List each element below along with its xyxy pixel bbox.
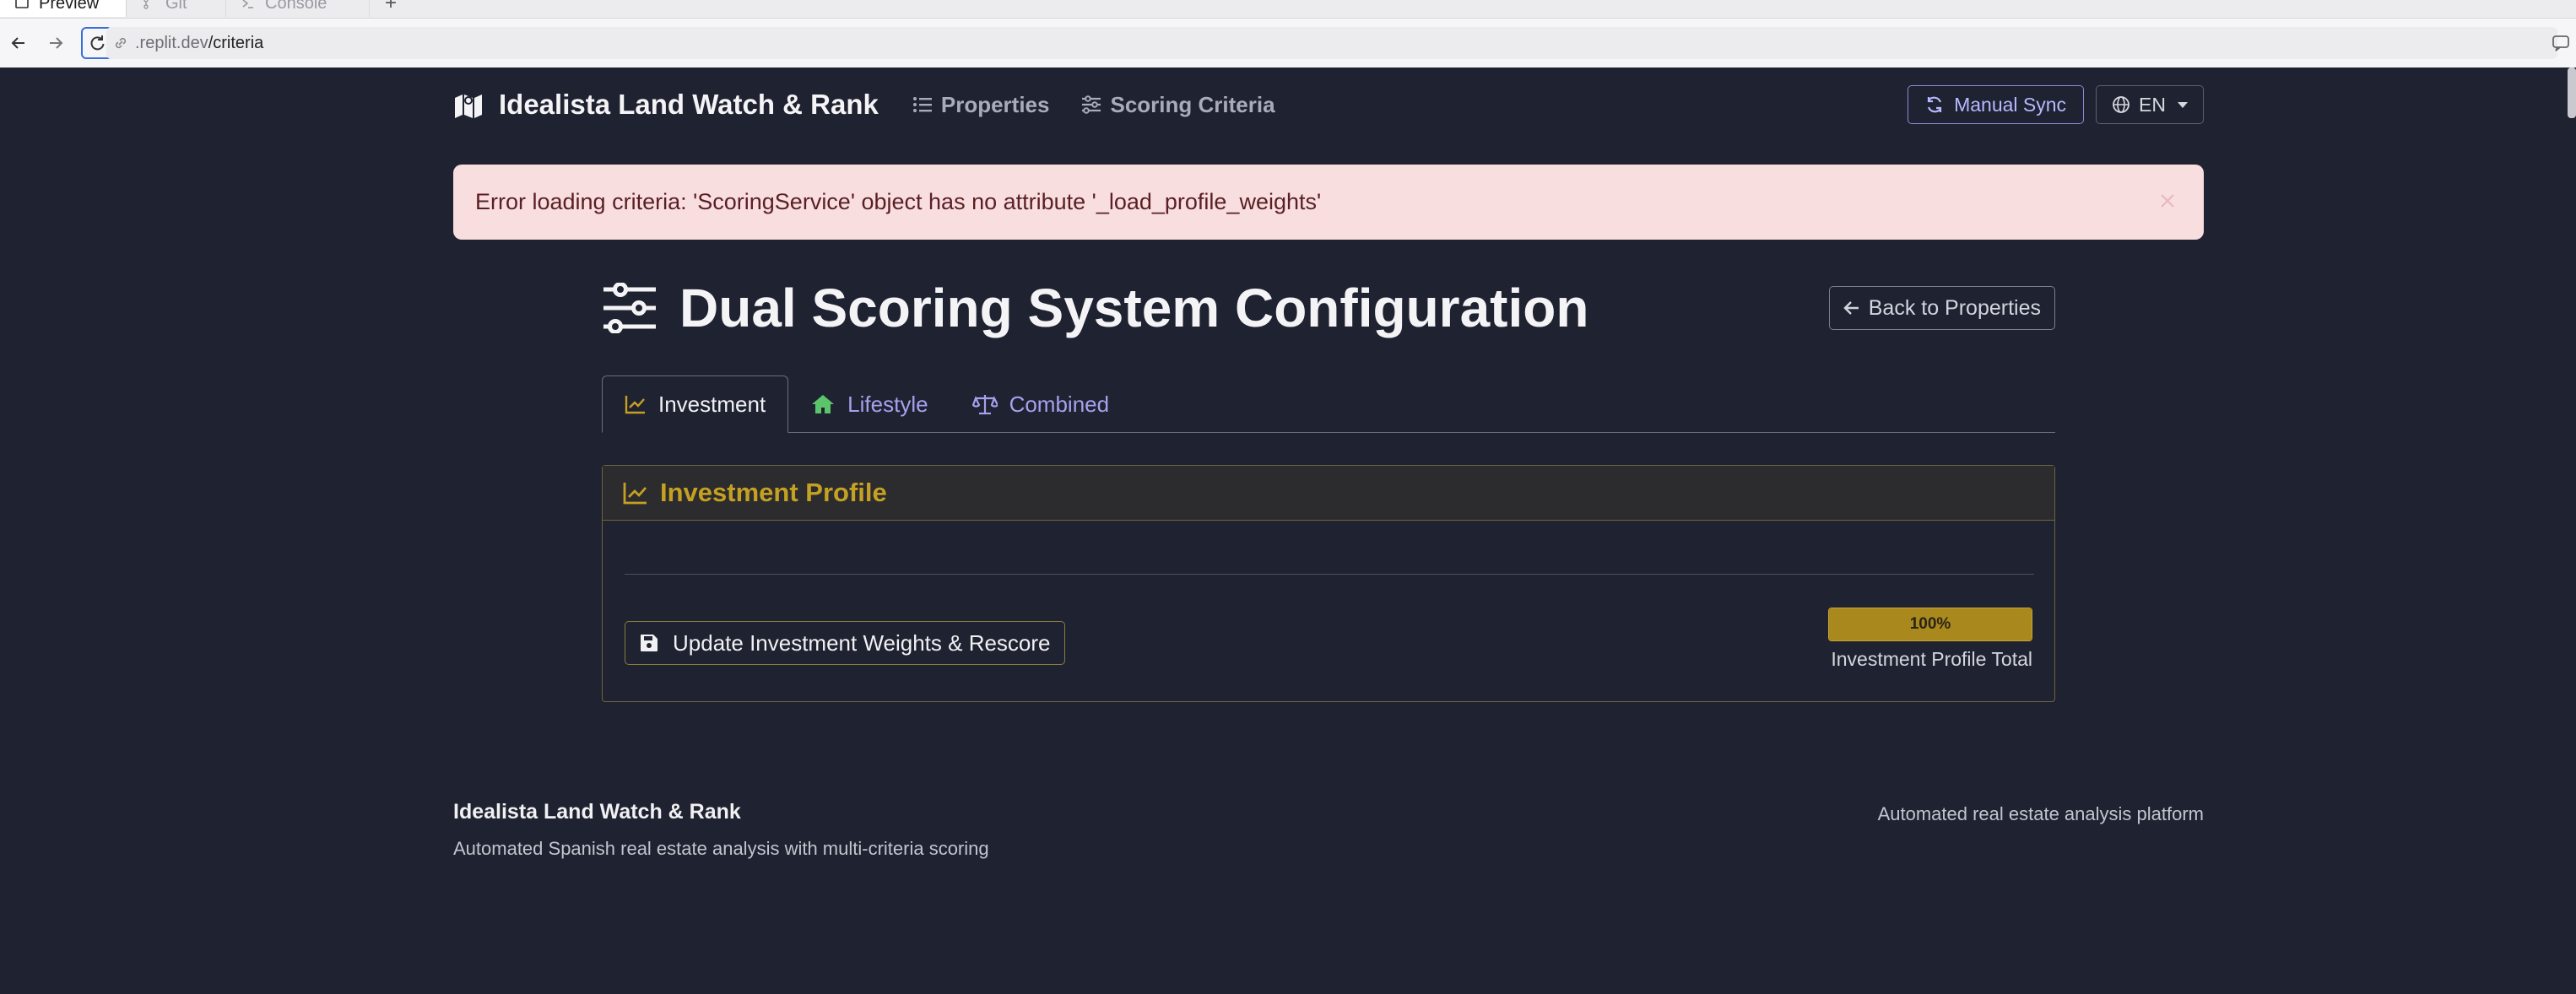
forward-button[interactable] <box>37 24 74 62</box>
tab-label: Combined <box>1009 391 1110 417</box>
terminal-icon <box>241 0 255 10</box>
tab-lifestyle[interactable]: Lifestyle <box>788 375 950 433</box>
nav-link-properties[interactable]: Properties <box>912 91 1050 118</box>
total-progress-bar: 100% <box>1828 608 2032 641</box>
tab-label: Investment <box>658 391 766 417</box>
total-label: Investment Profile Total <box>1831 648 2032 670</box>
close-icon[interactable] <box>2153 186 2182 215</box>
sliders-icon <box>602 283 658 333</box>
language-dropdown[interactable]: EN <box>2096 85 2204 124</box>
page-title: Dual Scoring System Configuration <box>602 277 1588 339</box>
browser-tab-preview[interactable]: Preview <box>0 0 127 17</box>
nav-link-scoring-criteria[interactable]: Scoring Criteria <box>1081 91 1275 118</box>
browser-tab-console[interactable]: Console <box>226 0 370 17</box>
tab-combined[interactable]: Combined <box>950 375 1132 433</box>
investment-profile-card: Investment Profile Update Investment Wei… <box>602 465 2055 702</box>
new-tab-button[interactable]: + <box>385 0 397 17</box>
globe-icon <box>2112 95 2130 114</box>
page-header: Dual Scoring System Configuration Back t… <box>602 266 2055 350</box>
address-bar: .replit.dev/criteria <box>0 24 2576 62</box>
back-to-properties-button[interactable]: Back to Properties <box>1828 286 2055 330</box>
url-path: /criteria <box>208 33 264 52</box>
preview-icon <box>15 0 29 10</box>
browser-chrome: Preview Git Console + .replit.dev/criter… <box>0 0 2576 68</box>
card-header: Investment Profile <box>603 466 2054 521</box>
browser-tabstrip: Preview Git Console + <box>0 0 2576 19</box>
nav-link-label: Properties <box>940 91 1050 117</box>
chart-line-icon <box>625 394 647 414</box>
browser-tab-git[interactable]: Git <box>127 0 226 17</box>
card-title: Investment Profile <box>660 478 887 507</box>
error-alert: Error loading criteria: 'ScoringService'… <box>453 165 2204 240</box>
git-icon <box>142 0 155 10</box>
tab-label: Lifestyle <box>847 391 928 417</box>
top-navbar: Idealista Land Watch & Rank Properties S… <box>453 68 2204 142</box>
update-weights-button[interactable]: Update Investment Weights & Rescore <box>625 621 1065 665</box>
tab-investment[interactable]: Investment <box>602 375 789 433</box>
back-button[interactable] <box>0 24 37 62</box>
page-title-text: Dual Scoring System Configuration <box>679 278 1589 338</box>
url-field[interactable]: .replit.dev/criteria <box>106 27 2557 59</box>
browser-tab-label: Console <box>265 0 327 13</box>
brand-title: Idealista Land Watch & Rank <box>499 89 879 120</box>
chevron-down-icon <box>2178 101 2188 108</box>
update-weights-label: Update Investment Weights & Rescore <box>673 629 1051 656</box>
divider <box>625 574 2034 575</box>
error-message: Error loading criteria: 'ScoringService'… <box>475 189 1322 214</box>
progress-fill: 100% <box>1829 608 2032 640</box>
chat-icon[interactable] <box>2551 32 2573 54</box>
app-root: Idealista Land Watch & Rank Properties S… <box>0 68 2576 994</box>
back-to-properties-label: Back to Properties <box>1868 295 2041 320</box>
balance-scale-icon <box>971 393 998 415</box>
list-icon <box>912 95 933 114</box>
browser-tab-label: Preview <box>39 0 100 13</box>
reload-icon <box>90 35 105 51</box>
profile-total: 100% Investment Profile Total <box>1828 608 2032 671</box>
home-icon <box>810 393 836 415</box>
language-label: EN <box>2139 93 2166 116</box>
manual-sync-label: Manual Sync <box>1954 93 2067 116</box>
profile-tabs: Investment Lifestyle Combined <box>602 375 2055 433</box>
navbar-actions: Manual Sync EN <box>1908 85 2204 124</box>
link-icon <box>113 35 128 51</box>
sliders-icon <box>1081 95 1101 114</box>
brand-link[interactable]: Idealista Land Watch & Rank <box>453 89 879 121</box>
manual-sync-button[interactable]: Manual Sync <box>1908 85 2085 124</box>
arrow-left-icon <box>11 37 24 49</box>
browser-tab-label: Git <box>165 0 187 13</box>
map-icon <box>453 91 484 118</box>
footer-tagline: Automated real estate analysis platform <box>1877 803 2204 824</box>
page-footer: Idealista Land Watch & Rank Automated Sp… <box>453 800 2204 860</box>
url-host: .replit.dev <box>135 33 208 52</box>
criteria-page: Dual Scoring System Configuration Back t… <box>602 266 2055 702</box>
save-icon <box>639 633 659 653</box>
sync-icon <box>1925 95 1944 114</box>
chart-line-icon <box>623 481 648 505</box>
nav-link-label: Scoring Criteria <box>1110 91 1275 117</box>
arrow-left-icon <box>1843 300 1860 316</box>
arrow-right-icon <box>50 37 63 49</box>
footer-subtitle: Automated Spanish real estate analysis w… <box>453 838 989 859</box>
page-scrollbar[interactable] <box>2568 68 2576 118</box>
